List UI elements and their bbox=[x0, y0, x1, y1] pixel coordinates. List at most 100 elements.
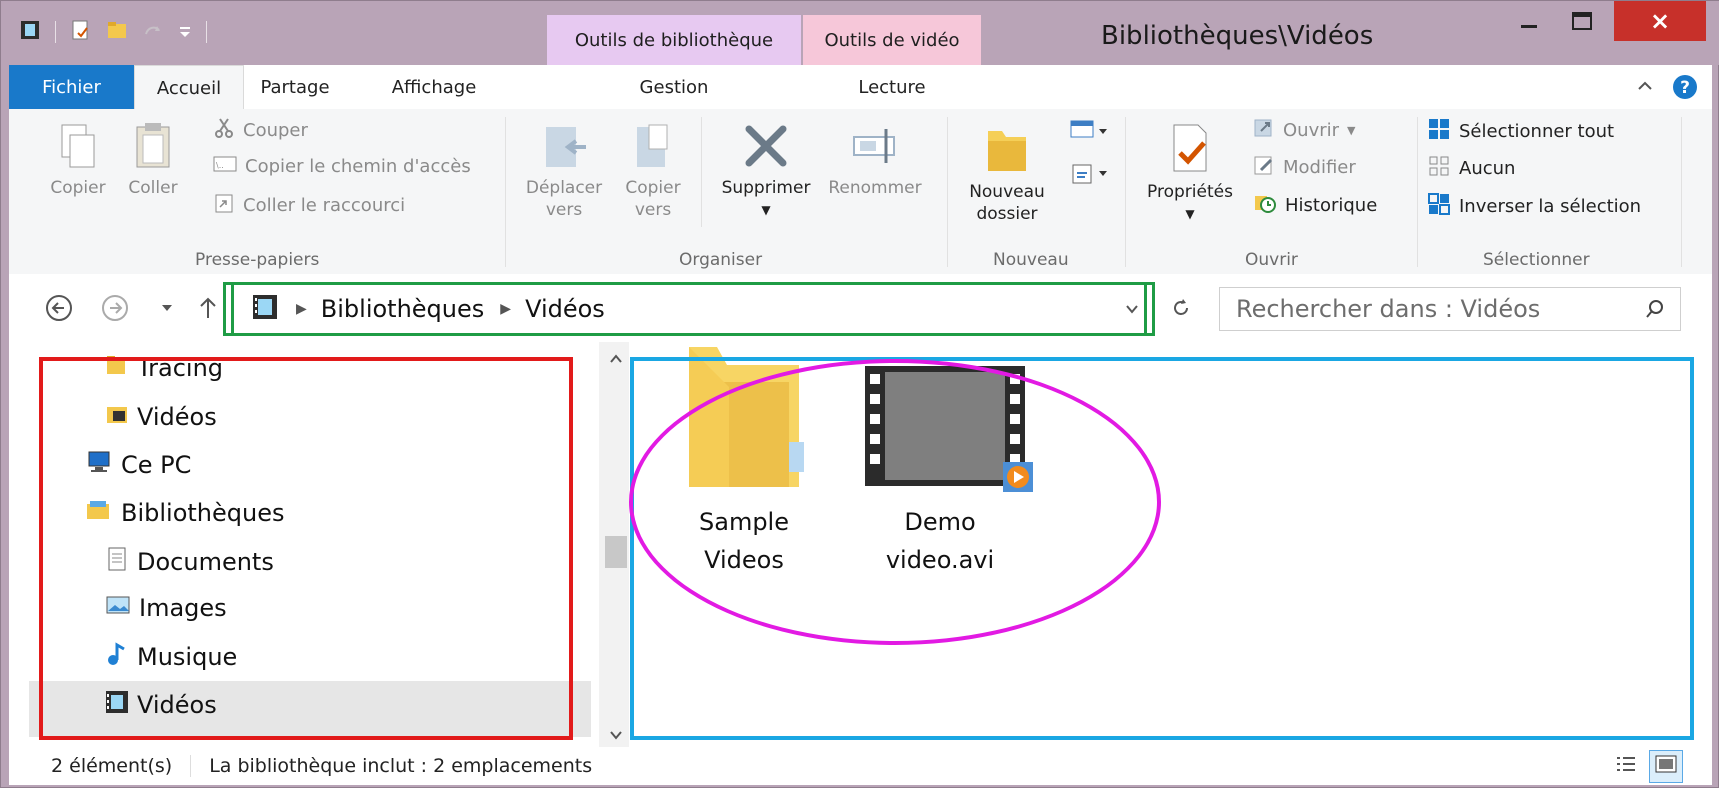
nav-item-documents[interactable]: Documents bbox=[105, 546, 274, 578]
copy-to-button[interactable]: Copier vers bbox=[615, 121, 691, 221]
status-bar: 2 élément(s) La bibliothèque inclut : 2 … bbox=[9, 747, 1712, 785]
copy-path-button[interactable]: \.. Copier le chemin d'accès bbox=[213, 154, 471, 179]
tab-lecture[interactable]: Lecture bbox=[803, 65, 981, 109]
new-folder-button[interactable]: Nouveau dossier bbox=[957, 121, 1057, 225]
properties-button[interactable]: Propriétés ▼ bbox=[1135, 121, 1245, 225]
select-all-button[interactable]: Sélectionner tout bbox=[1427, 117, 1614, 146]
paste-shortcut-button[interactable]: Coller le raccourci bbox=[213, 192, 405, 219]
video-library-icon bbox=[19, 19, 41, 45]
qat-dropdown-icon[interactable] bbox=[178, 19, 192, 45]
item-label-line2: Videos bbox=[704, 546, 784, 574]
ribbon-separator-2 bbox=[947, 117, 948, 267]
video-folder-icon bbox=[105, 402, 129, 432]
properties-dropdown-icon[interactable]: ▼ bbox=[1135, 203, 1245, 225]
minimize-button[interactable] bbox=[1508, 1, 1550, 41]
up-arrow-icon[interactable] bbox=[197, 294, 219, 326]
redo-qat-icon[interactable] bbox=[142, 19, 164, 45]
help-icon[interactable]: ? bbox=[1671, 73, 1699, 105]
nav-label-videos-folder: Vidéos bbox=[137, 403, 217, 431]
large-folder-icon bbox=[689, 347, 804, 487]
group-label-organiser: Organiser bbox=[679, 250, 763, 270]
nav-item-bibliotheques[interactable]: Bibliothèques bbox=[85, 498, 285, 528]
forward-icon[interactable] bbox=[101, 294, 129, 326]
folder-item-sample-videos[interactable]: Sample Videos bbox=[669, 342, 819, 579]
tab-gestion[interactable]: Gestion bbox=[547, 65, 801, 109]
item-label-line2: video.avi bbox=[885, 546, 995, 574]
details-view-icon[interactable] bbox=[1613, 753, 1639, 782]
nav-label-bibliotheques: Bibliothèques bbox=[121, 499, 285, 527]
nav-item-ce-pc[interactable]: Ce PC bbox=[85, 450, 191, 480]
nav-item-videos-folder[interactable]: Vidéos bbox=[105, 402, 217, 432]
open-button[interactable]: Ouvrir ▼ bbox=[1253, 117, 1356, 144]
breadcrumb-videos[interactable]: Vidéos bbox=[525, 295, 605, 323]
breadcrumb-chevron-icon[interactable]: ▶ bbox=[500, 301, 511, 317]
new-item-icon[interactable] bbox=[1067, 117, 1111, 149]
search-icon[interactable] bbox=[1644, 298, 1666, 326]
address-box[interactable]: ▶ Bibliothèques ▶ Vidéos bbox=[231, 282, 1155, 336]
back-icon[interactable] bbox=[45, 294, 73, 326]
rename-button[interactable]: Renommer bbox=[823, 121, 927, 199]
history-button[interactable]: Historique bbox=[1253, 192, 1377, 219]
nav-item-tracing[interactable]: Tracing bbox=[105, 354, 223, 382]
open-dropdown-icon[interactable]: ▼ bbox=[1347, 124, 1355, 137]
paste-shortcut-label: Coller le raccourci bbox=[243, 195, 406, 216]
cut-button[interactable]: Couper bbox=[213, 117, 308, 144]
tab-fichier[interactable]: Fichier bbox=[9, 65, 134, 109]
nav-label-musique: Musique bbox=[137, 643, 238, 671]
paste-button[interactable]: Coller bbox=[121, 121, 185, 199]
properties-qat-icon[interactable] bbox=[70, 19, 92, 45]
group-label-nouveau: Nouveau bbox=[993, 250, 1069, 270]
scissors-icon bbox=[213, 117, 235, 144]
new-folder-label-2: dossier bbox=[976, 204, 1038, 224]
new-folder-qat-icon[interactable] bbox=[106, 19, 128, 45]
easy-access-icon[interactable] bbox=[1067, 159, 1111, 191]
maximize-button[interactable] bbox=[1561, 1, 1603, 41]
rename-icon bbox=[853, 129, 895, 163]
history-label: Historique bbox=[1285, 195, 1378, 216]
scroll-up-icon[interactable] bbox=[609, 350, 623, 369]
select-none-button[interactable]: Aucun bbox=[1427, 154, 1515, 183]
copy-path-icon: \.. bbox=[213, 154, 237, 179]
documents-icon bbox=[105, 546, 129, 578]
delete-button[interactable]: Supprimer ▼ bbox=[711, 121, 821, 221]
edit-button[interactable]: Modifier bbox=[1253, 154, 1356, 181]
file-item-demo-video[interactable]: Demo video.avi bbox=[855, 362, 1033, 579]
large-icons-view-icon[interactable] bbox=[1649, 750, 1683, 783]
video-library-icon bbox=[252, 294, 278, 324]
close-button[interactable]: × bbox=[1614, 1, 1706, 41]
address-dropdown-icon[interactable] bbox=[1124, 301, 1140, 321]
nav-label-ce-pc: Ce PC bbox=[121, 451, 192, 479]
nav-item-images[interactable]: Images bbox=[105, 594, 227, 622]
cut-label: Couper bbox=[243, 120, 308, 141]
breadcrumb-chevron-icon[interactable]: ▶ bbox=[296, 301, 307, 317]
new-folder-label: Nouveau bbox=[969, 182, 1045, 202]
video-library-icon bbox=[105, 690, 129, 720]
move-to-button[interactable]: Déplacer vers bbox=[519, 121, 609, 221]
invert-selection-button[interactable]: Inverser la sélection bbox=[1427, 192, 1641, 221]
search-placeholder: Rechercher dans : Vidéos bbox=[1236, 295, 1541, 323]
copy-button[interactable]: Copier bbox=[43, 121, 113, 199]
copy-label: Copier bbox=[50, 178, 106, 198]
refresh-icon[interactable] bbox=[1169, 296, 1193, 324]
nav-scroll-thumb[interactable] bbox=[605, 536, 627, 568]
select-none-label: Aucun bbox=[1459, 158, 1516, 179]
tab-accueil[interactable]: Accueil bbox=[134, 65, 244, 111]
recent-locations-icon[interactable] bbox=[159, 300, 175, 320]
tab-affichage[interactable]: Affichage bbox=[369, 65, 499, 109]
qat-separator-2 bbox=[206, 21, 207, 43]
music-note-icon bbox=[105, 642, 129, 672]
computer-icon bbox=[85, 450, 113, 480]
nav-item-videos-library[interactable]: Vidéos bbox=[105, 690, 217, 720]
select-all-icon bbox=[1427, 117, 1451, 146]
scroll-down-icon[interactable] bbox=[609, 726, 623, 745]
ribbon-separator-5 bbox=[1681, 117, 1682, 267]
search-input[interactable]: Rechercher dans : Vidéos bbox=[1219, 287, 1681, 331]
nav-item-musique[interactable]: Musique bbox=[105, 642, 237, 672]
collapse-ribbon-icon[interactable] bbox=[1636, 77, 1654, 99]
group-label-presse-papiers: Presse-papiers bbox=[195, 250, 320, 270]
tab-partage[interactable]: Partage bbox=[247, 65, 343, 109]
title-bar: Outils de bibliothèque Outils de vidéo B… bbox=[1, 1, 1719, 65]
navigation-pane: Tracing Vidéos Ce PC Bibliothèques Docum… bbox=[9, 342, 631, 747]
breadcrumb-bibliotheques[interactable]: Bibliothèques bbox=[321, 295, 485, 323]
delete-dropdown-icon[interactable]: ▼ bbox=[711, 199, 821, 221]
